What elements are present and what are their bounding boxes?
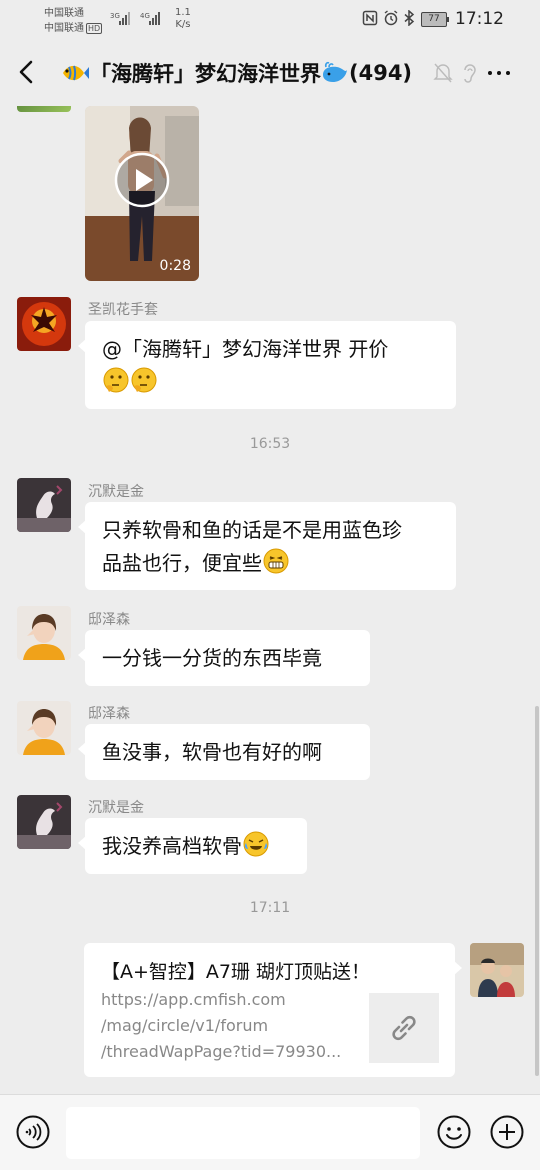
- message-text: 只养软骨和鱼的话是不是用蓝色珍: [102, 518, 402, 542]
- carrier-2-label: 中国联通: [44, 23, 84, 34]
- video-message[interactable]: 0:28: [85, 106, 199, 281]
- mute-bell-icon: [433, 63, 453, 83]
- plus-icon[interactable]: [490, 1115, 524, 1149]
- message-text: 一分钱一分货的东西毕竟: [102, 646, 322, 670]
- link-thumbnail: [369, 993, 439, 1063]
- carrier-1: 中国联通: [44, 8, 84, 19]
- message-text: @「海腾轩」梦幻海洋世界 开价: [102, 337, 389, 361]
- sender-name: 沉默是金: [88, 800, 144, 816]
- grin-face-icon: [263, 548, 289, 574]
- thinking-face-icon: [103, 367, 129, 393]
- hd-badge: HD: [86, 23, 103, 34]
- status-bar: 中国联通 中国联通 HD 3G 4G 1.1 K/s 77 17:12: [0, 0, 540, 40]
- group-name: 「海腾轩」梦幻海洋世界: [90, 62, 321, 86]
- voice-icon[interactable]: [16, 1115, 50, 1149]
- timestamp: 17:11: [249, 900, 291, 916]
- signal-bars-icon: [119, 11, 130, 25]
- speed-value: 1.1: [175, 7, 191, 18]
- link-title: 【A+智控】A7珊 瑚灯顶贴送！: [101, 961, 371, 983]
- link-url-line: /threadWapPage?tid=79930...: [101, 1042, 342, 1061]
- link-url-line: https://app.cmfish.com: [101, 990, 286, 1009]
- avatar[interactable]: [17, 795, 71, 849]
- more-icon[interactable]: [488, 71, 510, 75]
- link-url: https://app.cmfish.com /mag/circle/v1/fo…: [101, 987, 356, 1065]
- message-text: 鱼没事，软骨也有好的啊: [102, 740, 322, 764]
- whale-emoji-icon: [323, 61, 347, 82]
- link-icon: [392, 1015, 416, 1041]
- avatar[interactable]: [17, 606, 71, 660]
- link-url-line: /mag/circle/v1/forum: [101, 1016, 269, 1035]
- scrollbar[interactable]: [535, 706, 539, 1076]
- thinking-face-icon: [131, 367, 157, 393]
- message-text: 品盐也行，便宜些: [102, 551, 262, 575]
- message-bubble[interactable]: 鱼没事，软骨也有好的啊: [78, 724, 370, 780]
- net-speed: 1.1 K/s: [175, 7, 191, 31]
- battery-indicator: 77: [421, 12, 449, 27]
- message-list[interactable]: 0:28 圣凯花手套 @「海腾轩」梦幻海洋世界 开价 16:53 沉默是金 只养…: [0, 106, 540, 1094]
- back-arrow-icon[interactable]: [14, 58, 40, 86]
- avatar[interactable]: [470, 943, 524, 997]
- avatar[interactable]: [17, 701, 71, 755]
- chat-header: 「海腾轩」梦幻海洋世界 (494): [0, 40, 540, 106]
- bluetooth-icon: [404, 10, 415, 26]
- message-bubble[interactable]: 一分钱一分货的东西毕竟: [78, 630, 370, 686]
- crying-laughing-icon: [243, 831, 269, 857]
- message-bubble[interactable]: 我没养高档软骨: [78, 818, 307, 874]
- signal-bars-icon: [149, 11, 160, 25]
- speed-unit: K/s: [175, 19, 191, 30]
- message-text: 我没养高档软骨: [102, 834, 242, 858]
- timestamp: 16:53: [249, 436, 291, 452]
- message-input[interactable]: [66, 1107, 420, 1159]
- sender-name: 圣凯花手套: [88, 302, 158, 318]
- message-bubble[interactable]: @「海腾轩」梦幻海洋世界 开价: [78, 321, 456, 409]
- avatar[interactable]: [17, 106, 71, 112]
- chat-title: 「海腾轩」梦幻海洋世界 (494): [60, 58, 412, 88]
- sender-name: 邸泽森: [88, 612, 130, 628]
- video-duration: 0:28: [159, 258, 191, 274]
- avatar[interactable]: [17, 297, 71, 351]
- play-icon[interactable]: [114, 152, 170, 208]
- carrier-2: 中国联通 HD: [44, 22, 103, 35]
- input-bar: [0, 1094, 540, 1170]
- nfc-icon: [362, 10, 378, 26]
- avatar[interactable]: [17, 478, 71, 532]
- sender-name: 邸泽森: [88, 706, 130, 722]
- link-card[interactable]: 【A+智控】A7珊 瑚灯顶贴送！ https://app.cmfish.com …: [84, 943, 462, 1077]
- sender-name: 沉默是金: [88, 484, 144, 500]
- alarm-icon: [384, 10, 398, 26]
- member-count: (494): [349, 61, 413, 85]
- fish-emoji-icon: [63, 65, 89, 81]
- ear-icon: [464, 64, 476, 83]
- status-time: 17:12: [455, 9, 504, 29]
- emoji-face-icon[interactable]: [437, 1115, 471, 1149]
- chat-screen: 中国联通 中国联通 HD 3G 4G 1.1 K/s 77 17:12 「海腾轩」梦…: [0, 0, 540, 1170]
- message-bubble[interactable]: 只养软骨和鱼的话是不是用蓝色珍 品盐也行，便宜些: [78, 502, 456, 590]
